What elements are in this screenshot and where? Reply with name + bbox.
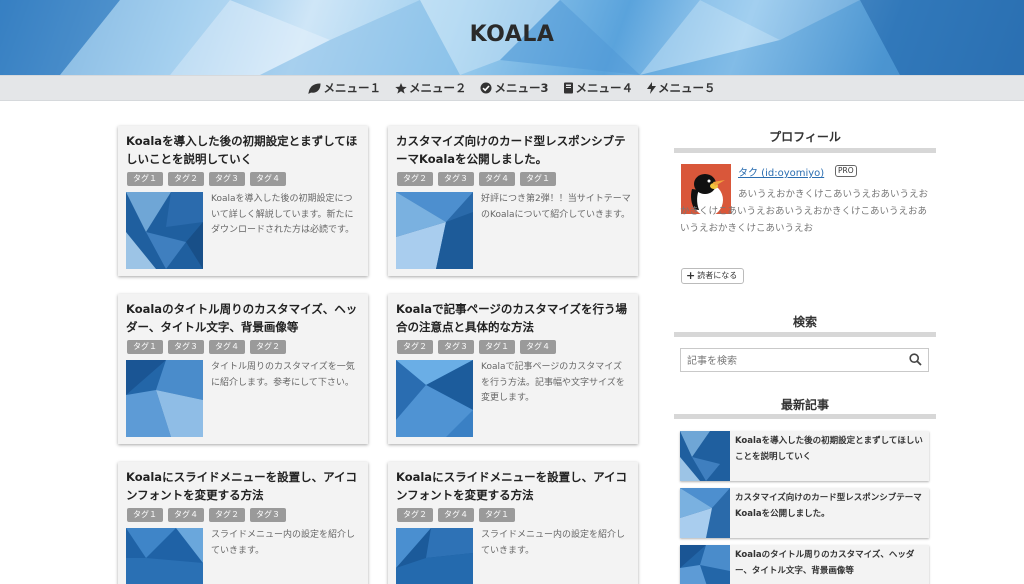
nav-item-3[interactable]: メニュー3 bbox=[480, 80, 549, 96]
card-thumbnail[interactable] bbox=[396, 192, 473, 269]
nav-item-label: メニュー２ bbox=[408, 81, 467, 95]
card-description: 好評につき第2弾！！当サイトテーマのKoalaについて紹介していきます。 bbox=[481, 194, 631, 220]
card-thumbnail[interactable] bbox=[396, 528, 473, 584]
check-circle-icon bbox=[480, 82, 492, 94]
card-description: Koalaで記事ページのカスタマイズを行う方法。記事幅や文字サイズを変更します。 bbox=[481, 362, 625, 403]
article-card[interactable]: Koalaにスライドメニューを設置し、アイコンフォントを変更する方法 タグ２ タ… bbox=[388, 462, 638, 584]
tag-badge[interactable]: タグ４ bbox=[479, 172, 515, 186]
article-card[interactable]: Koalaで記事ページのカスタマイズを行う場合の注意点と具体的な方法 タグ２ タ… bbox=[388, 294, 638, 444]
profile-name-link[interactable]: タク (id:oyomiyo) bbox=[738, 164, 824, 179]
nav-item-label: メニュー１ bbox=[323, 81, 381, 95]
card-title[interactable]: Koalaにスライドメニューを設置し、アイコンフォントを変更する方法 bbox=[396, 468, 632, 504]
card-tags: タグ２ タグ３ タグ１ タグ４ bbox=[397, 340, 561, 354]
card-title[interactable]: カスタマイズ向けのカード型レスポンシブテーマKoalaを公開しました。 bbox=[396, 132, 632, 168]
card-tags: タグ１ タグ３ タグ４ タグ２ bbox=[127, 340, 291, 354]
site-header: KOALA bbox=[0, 0, 1024, 75]
article-card[interactable]: Koalaを導入した後の初期設定とまずしてほしいことを説明していく タグ１ タグ… bbox=[118, 126, 368, 276]
tag-badge[interactable]: タグ２ bbox=[397, 172, 433, 186]
subscribe-button-label: 読者になる bbox=[697, 271, 738, 280]
card-title[interactable]: Koalaで記事ページのカスタマイズを行う場合の注意点と具体的な方法 bbox=[396, 300, 632, 336]
article-card[interactable]: Koalaのタイトル周りのカスタマイズ、ヘッダー、タイトル文字、背景画像等 タグ… bbox=[118, 294, 368, 444]
nav-item-4[interactable]: メニュー４ bbox=[563, 80, 634, 96]
tag-badge[interactable]: タグ４ bbox=[520, 340, 556, 354]
recent-post-item[interactable]: カスタマイズ向けのカード型レスポンシブテーマKoalaを公開しました。 bbox=[680, 488, 929, 538]
nav-item-label: メニュー５ bbox=[658, 81, 716, 95]
recent-post-title[interactable]: Koalaのタイトル周りのカスタマイズ、ヘッダー、タイトル文字、背景画像等 bbox=[735, 547, 925, 579]
recent-post-title[interactable]: Koalaを導入した後の初期設定とまずしてほしいことを説明していく bbox=[735, 433, 925, 465]
card-title[interactable]: Koalaを導入した後の初期設定とまずしてほしいことを説明していく bbox=[126, 132, 362, 168]
card-title[interactable]: Koalaにスライドメニューを設置し、アイコンフォントを変更する方法 bbox=[126, 468, 362, 504]
card-thumbnail[interactable] bbox=[126, 192, 203, 269]
recent-post-thumbnail[interactable] bbox=[680, 431, 730, 481]
search-input[interactable] bbox=[681, 350, 901, 373]
article-card[interactable]: Koalaにスライドメニューを設置し、アイコンフォントを変更する方法 タグ１ タ… bbox=[118, 462, 368, 584]
recent-post-thumbnail[interactable] bbox=[680, 488, 730, 538]
profile-heading: プロフィール bbox=[769, 130, 841, 144]
card-description: Koalaを導入した後の初期設定について詳しく解説しています。新たにダウンロード… bbox=[211, 194, 355, 235]
nav-item-1[interactable]: メニュー１ bbox=[308, 80, 381, 96]
star-icon bbox=[395, 82, 407, 94]
pro-badge: PRO bbox=[835, 165, 857, 177]
tag-badge[interactable]: タグ２ bbox=[168, 172, 204, 186]
tag-badge[interactable]: タグ３ bbox=[438, 172, 474, 186]
tag-badge[interactable]: タグ１ bbox=[520, 172, 556, 186]
tag-badge[interactable]: タグ４ bbox=[250, 172, 286, 186]
tag-badge[interactable]: タグ１ bbox=[127, 340, 163, 354]
subscribe-button[interactable]: + 読者になる bbox=[681, 268, 745, 284]
search-heading: 検索 bbox=[792, 315, 817, 329]
card-description: スライドメニュー内の設定を紹介していきます。 bbox=[481, 530, 626, 556]
card-description: タイトル周りのカスタマイズを一気に紹介します。参考にして下さい。 bbox=[211, 362, 355, 388]
tag-badge[interactable]: タグ１ bbox=[479, 340, 515, 354]
card-tags: タグ２ タグ４ タグ１ bbox=[397, 508, 520, 522]
recent-post-thumbnail[interactable] bbox=[680, 545, 730, 584]
tag-badge[interactable]: タグ２ bbox=[397, 340, 433, 354]
book-icon bbox=[563, 82, 573, 94]
recent-post-item[interactable]: Koalaを導入した後の初期設定とまずしてほしいことを説明していく bbox=[680, 431, 929, 481]
section-divider bbox=[674, 148, 936, 153]
leaf-icon bbox=[308, 82, 321, 94]
nav-item-5[interactable]: メニュー５ bbox=[647, 80, 716, 96]
profile-bio: あいうえおかきくけこあいうえおあいうえおかきくけこあいうえおあいうえおかきくけこ… bbox=[680, 189, 929, 234]
recent-post-item[interactable]: Koalaのタイトル周りのカスタマイズ、ヘッダー、タイトル文字、背景画像等 bbox=[680, 545, 929, 584]
card-tags: タグ２ タグ３ タグ４ タグ１ bbox=[397, 172, 561, 186]
global-nav: メニュー１ メニュー２ メニュー3 メニュー４ メニュー５ bbox=[0, 75, 1024, 101]
tag-badge[interactable]: タグ３ bbox=[168, 340, 204, 354]
tag-badge[interactable]: タグ３ bbox=[438, 340, 474, 354]
nav-item-label: メニュー3 bbox=[494, 81, 549, 95]
recent-posts-heading: 最新記事 bbox=[780, 398, 829, 412]
tag-badge[interactable]: タグ４ bbox=[438, 508, 474, 522]
card-thumbnail[interactable] bbox=[396, 360, 473, 437]
search-icon[interactable] bbox=[909, 353, 922, 366]
tag-badge[interactable]: タグ４ bbox=[168, 508, 204, 522]
tag-badge[interactable]: タグ２ bbox=[209, 508, 245, 522]
section-divider bbox=[674, 332, 936, 337]
bolt-icon bbox=[647, 82, 656, 94]
card-tags: タグ１ タグ４ タグ２ タグ３ bbox=[127, 508, 291, 522]
card-thumbnail[interactable] bbox=[126, 360, 203, 437]
article-card[interactable]: カスタマイズ向けのカード型レスポンシブテーマKoalaを公開しました。 タグ２ … bbox=[388, 126, 638, 276]
tag-badge[interactable]: タグ３ bbox=[250, 508, 286, 522]
nav-item-2[interactable]: メニュー２ bbox=[395, 80, 467, 96]
nav-item-label: メニュー４ bbox=[575, 81, 634, 95]
tag-badge[interactable]: タグ４ bbox=[209, 340, 245, 354]
card-tags: タグ１ タグ２ タグ３ タグ４ bbox=[127, 172, 291, 186]
tag-badge[interactable]: タグ３ bbox=[209, 172, 245, 186]
plus-icon: + bbox=[686, 269, 696, 282]
card-description: スライドメニュー内の設定を紹介していきます。 bbox=[211, 530, 356, 556]
tag-badge[interactable]: タグ２ bbox=[397, 508, 433, 522]
site-title[interactable]: KOALA bbox=[0, 22, 1024, 47]
tag-badge[interactable]: タグ１ bbox=[479, 508, 515, 522]
tag-badge[interactable]: タグ２ bbox=[250, 340, 286, 354]
section-divider bbox=[674, 414, 936, 419]
recent-post-title[interactable]: カスタマイズ向けのカード型レスポンシブテーマKoalaを公開しました。 bbox=[735, 490, 925, 522]
card-title[interactable]: Koalaのタイトル周りのカスタマイズ、ヘッダー、タイトル文字、背景画像等 bbox=[126, 300, 362, 336]
tag-badge[interactable]: タグ１ bbox=[127, 172, 163, 186]
card-thumbnail[interactable] bbox=[126, 528, 203, 584]
tag-badge[interactable]: タグ１ bbox=[127, 508, 163, 522]
search-box bbox=[680, 348, 929, 373]
